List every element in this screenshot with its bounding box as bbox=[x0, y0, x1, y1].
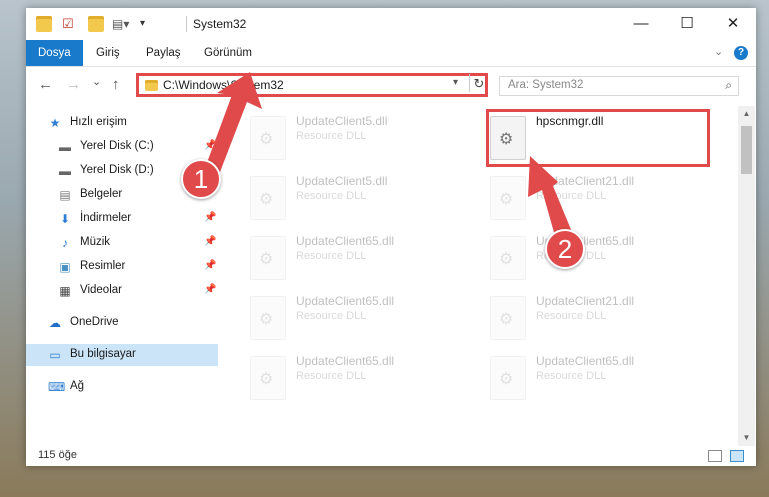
arrow-1 bbox=[205, 72, 262, 172]
arrow-2 bbox=[528, 156, 572, 236]
step-badge-2: 2 bbox=[545, 229, 585, 269]
step-badge-1: 1 bbox=[181, 159, 221, 199]
annotation-arrows bbox=[205, 72, 572, 236]
